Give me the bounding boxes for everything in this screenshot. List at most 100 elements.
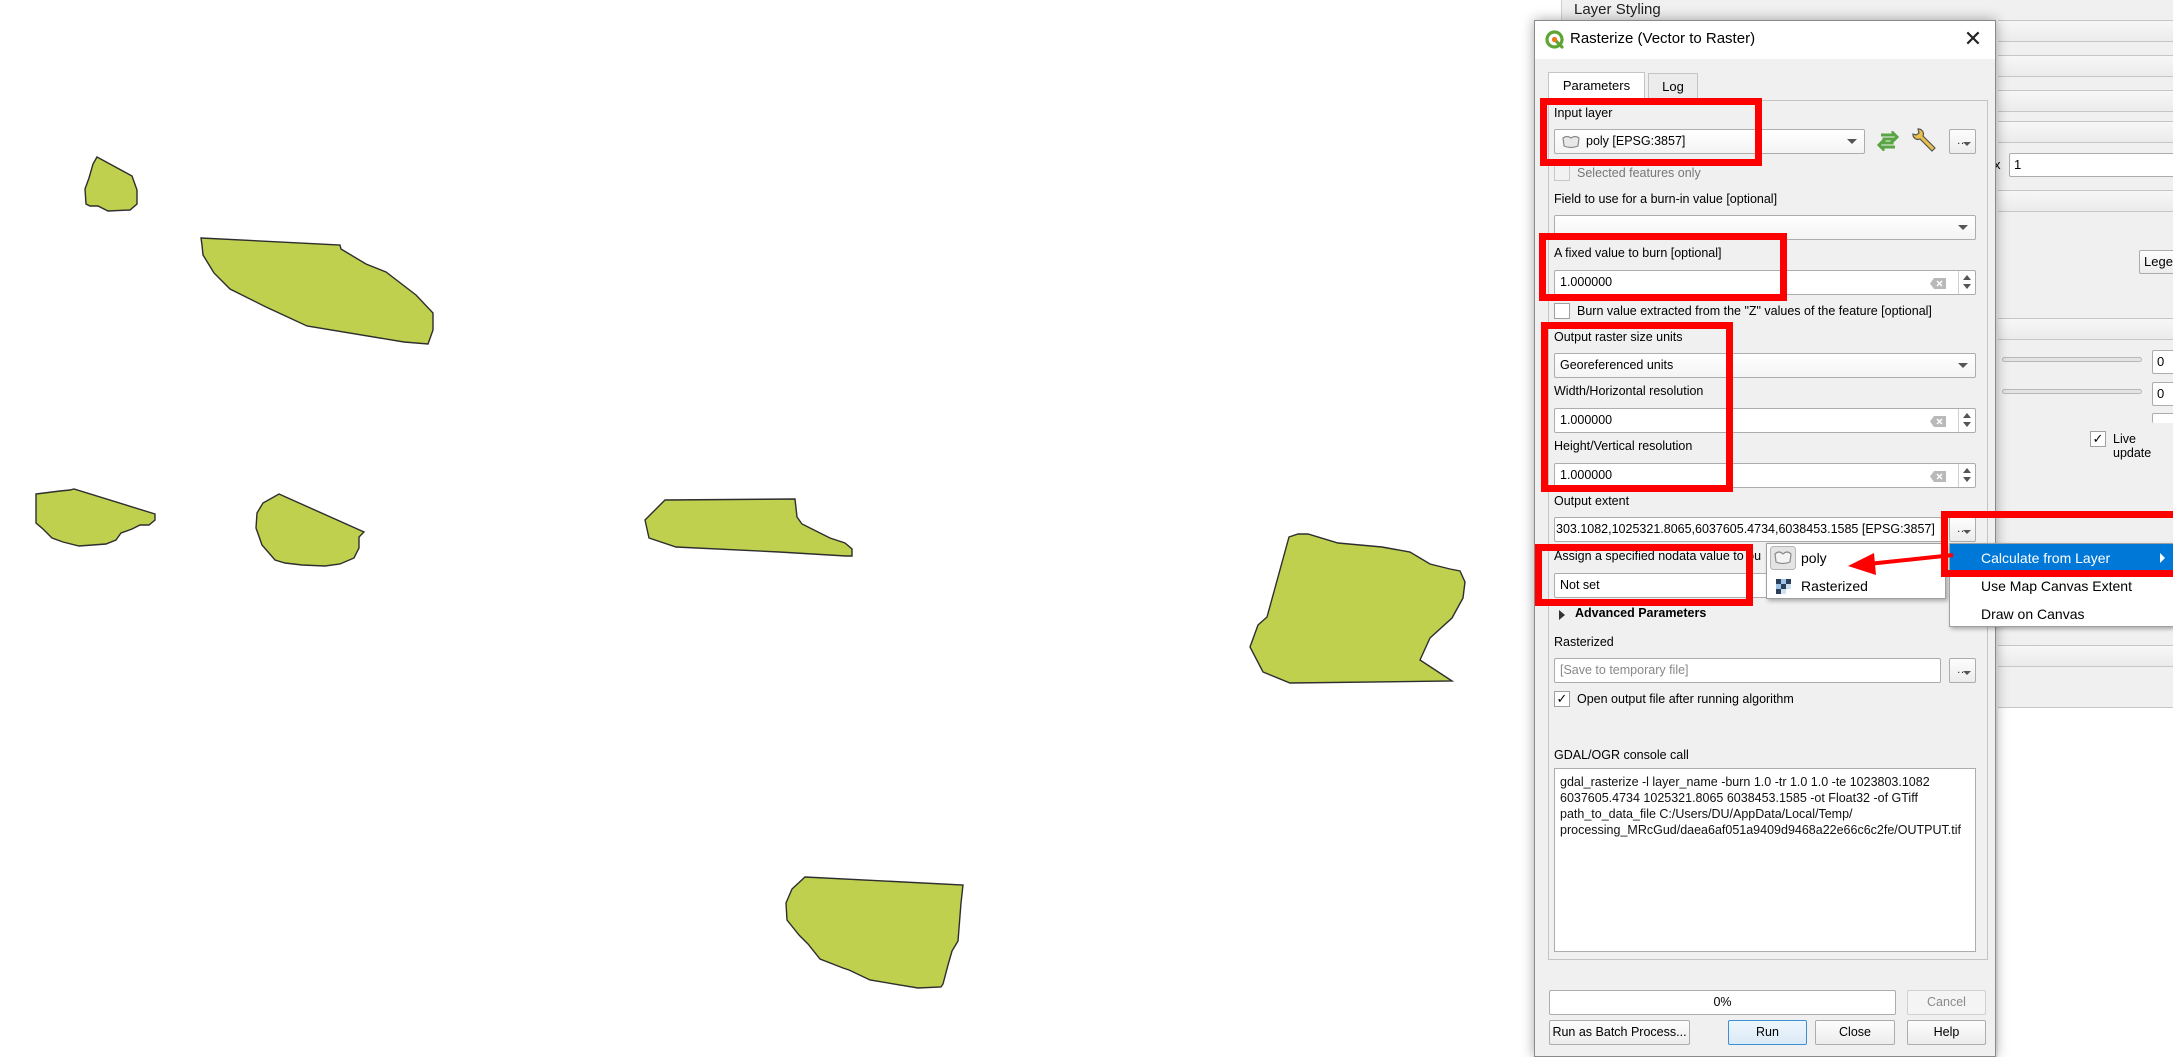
nodata-label: Assign a specified nodata value to ou (1554, 549, 1762, 563)
clear-icon[interactable] (1930, 471, 1946, 482)
console-label: GDAL/OGR console call (1554, 748, 1689, 762)
size-units-label: Output raster size units (1554, 330, 1683, 344)
spin-buttons[interactable] (1958, 409, 1975, 432)
layer-menu-item-label: poly (1801, 550, 1827, 566)
slider[interactable] (2002, 357, 2142, 362)
map-polygon[interactable] (255, 493, 366, 567)
qgis-logo-icon (1545, 30, 1564, 49)
run-button[interactable]: Run (1728, 1020, 1807, 1045)
polygon-layer-icon (1562, 135, 1580, 149)
map-polygon[interactable] (644, 498, 853, 557)
map-polygon[interactable] (785, 876, 964, 989)
output-label: Rasterized (1554, 635, 1614, 649)
advanced-parameters-toggle[interactable]: Advanced Parameters (1575, 606, 1706, 620)
slider-value-input[interactable]: 0 (2152, 350, 2173, 374)
extent-options-button[interactable]: … (1949, 517, 1976, 542)
spin-buttons[interactable] (1958, 271, 1975, 294)
iterate-icon[interactable] (1876, 131, 1900, 151)
height-value: 1.000000 (1560, 468, 1613, 482)
slider-value-input[interactable] (2152, 413, 2173, 423)
wrench-icon[interactable] (1910, 128, 1938, 154)
console-line: processing_MRcGud/daea6af051a9409d9468a2… (1560, 823, 1961, 837)
chevron-down-icon (1958, 225, 1968, 230)
extent-options-menu: Calculate from Layer Use Map Canvas Exte… (1949, 543, 2173, 627)
extent-input[interactable]: 303.1082,1025321.8065,6037605.4734,60384… (1554, 517, 1942, 542)
chevron-down-icon (1958, 363, 1968, 368)
slider-value-input[interactable]: 0 (2152, 382, 2173, 406)
menu-item-label: Draw on Canvas (1981, 606, 2085, 622)
map-polygon[interactable] (84, 156, 138, 212)
console-line: 6037605.4734 1025321.8065 6038453.1585 -… (1560, 791, 1918, 805)
layer-menu-item-label: Rasterized (1801, 578, 1868, 594)
layer-styling-title: Layer Styling (1574, 1, 1661, 18)
styling-section (1998, 318, 2173, 340)
map-polygon[interactable] (1249, 533, 1466, 684)
burn-field-label: Field to use for a burn-in value [option… (1554, 192, 1778, 206)
map-polygon[interactable] (200, 237, 434, 345)
map-canvas[interactable] (0, 0, 1533, 1057)
chevron-down-icon (1847, 139, 1857, 144)
selected-features-label: Selected features only (1577, 166, 1701, 180)
styling-section (1998, 190, 2173, 212)
legend-button[interactable]: Legend (2139, 250, 2173, 274)
menu-item-label: Use Map Canvas Extent (1981, 578, 2132, 594)
progress-bar: 0% (1549, 990, 1896, 1015)
dialog-titlebar[interactable]: Rasterize (Vector to Raster) ✕ (1535, 21, 1995, 59)
menu-item-use-map-canvas-extent[interactable]: Use Map Canvas Extent (1950, 572, 2173, 600)
layer-menu-item-poly[interactable]: poly (1767, 544, 1945, 572)
menu-item-label: Calculate from Layer (1981, 550, 2111, 566)
expand-arrow-icon[interactable] (1559, 610, 1565, 620)
live-update-checkbox[interactable]: ✓ (2090, 431, 2106, 447)
clear-icon[interactable] (1930, 416, 1946, 427)
menu-item-calculate-from-layer[interactable]: Calculate from Layer (1950, 544, 2173, 572)
input-layer-combo[interactable]: poly [EPSG:3857] (1554, 129, 1865, 154)
styling-preview-area (1998, 707, 2173, 1057)
x-input[interactable]: 1 (2009, 153, 2173, 177)
close-icon[interactable]: ✕ (1961, 27, 1985, 51)
fixed-burn-input[interactable]: 1.000000 (1554, 270, 1976, 295)
layer-menu-item-rasterized[interactable]: Rasterized (1767, 572, 1945, 600)
styling-section (1998, 90, 2173, 112)
open-output-checkbox[interactable]: ✓ (1554, 691, 1570, 707)
submenu-arrow-icon (2160, 553, 2165, 563)
raster-layer-icon (1776, 579, 1791, 594)
close-button[interactable]: Close (1815, 1020, 1895, 1045)
height-label: Height/Vertical resolution (1554, 439, 1693, 453)
layer-submenu: poly Rasterized (1766, 543, 1946, 599)
spin-buttons[interactable] (1958, 464, 1975, 487)
width-value: 1.000000 (1560, 413, 1613, 427)
input-layer-options-button[interactable]: … (1949, 129, 1976, 154)
help-button[interactable]: Help (1907, 1020, 1986, 1045)
burn-z-label: Burn value extracted from the "Z" values… (1577, 304, 1932, 318)
fixed-burn-value: 1.000000 (1560, 275, 1613, 289)
slider[interactable] (2002, 389, 2142, 394)
console-line: gdal_rasterize -l layer_name -burn 1.0 -… (1560, 775, 1930, 789)
size-units-combo[interactable]: Georeferenced units (1554, 353, 1976, 378)
styling-section (1998, 121, 2173, 143)
menu-item-draw-on-canvas[interactable]: Draw on Canvas (1950, 600, 2173, 628)
height-input[interactable]: 1.000000 (1554, 463, 1976, 488)
output-file-options-button[interactable]: … (1949, 658, 1976, 683)
styling-section (1998, 20, 2173, 42)
width-input[interactable]: 1.000000 (1554, 408, 1976, 433)
input-layer-label: Input layer (1554, 106, 1613, 120)
width-label: Width/Horizontal resolution (1554, 384, 1704, 398)
size-units-value: Georeferenced units (1560, 358, 1674, 372)
open-output-label: Open output file after running algorithm (1577, 692, 1794, 706)
run-as-batch-button[interactable]: Run as Batch Process... (1549, 1020, 1690, 1045)
map-polygon[interactable] (35, 488, 156, 547)
console-call-text[interactable]: gdal_rasterize -l layer_name -burn 1.0 -… (1554, 768, 1976, 952)
input-layer-value: poly [EPSG:3857] (1586, 134, 1686, 148)
styling-section (1998, 645, 2173, 667)
clear-icon[interactable] (1930, 278, 1946, 289)
nodata-input[interactable]: Not set (1554, 573, 1794, 598)
burn-field-combo[interactable] (1554, 215, 1976, 240)
tab-parameters[interactable]: Parameters (1548, 72, 1645, 101)
tab-log[interactable]: Log (1648, 73, 1698, 100)
cancel-button[interactable]: Cancel (1907, 990, 1986, 1015)
extent-label: Output extent (1554, 494, 1630, 508)
burn-z-checkbox[interactable] (1554, 303, 1570, 319)
output-file-input[interactable]: [Save to temporary file] (1554, 658, 1941, 683)
selected-features-checkbox[interactable] (1554, 165, 1570, 181)
polygon-layer-icon (1770, 546, 1796, 570)
